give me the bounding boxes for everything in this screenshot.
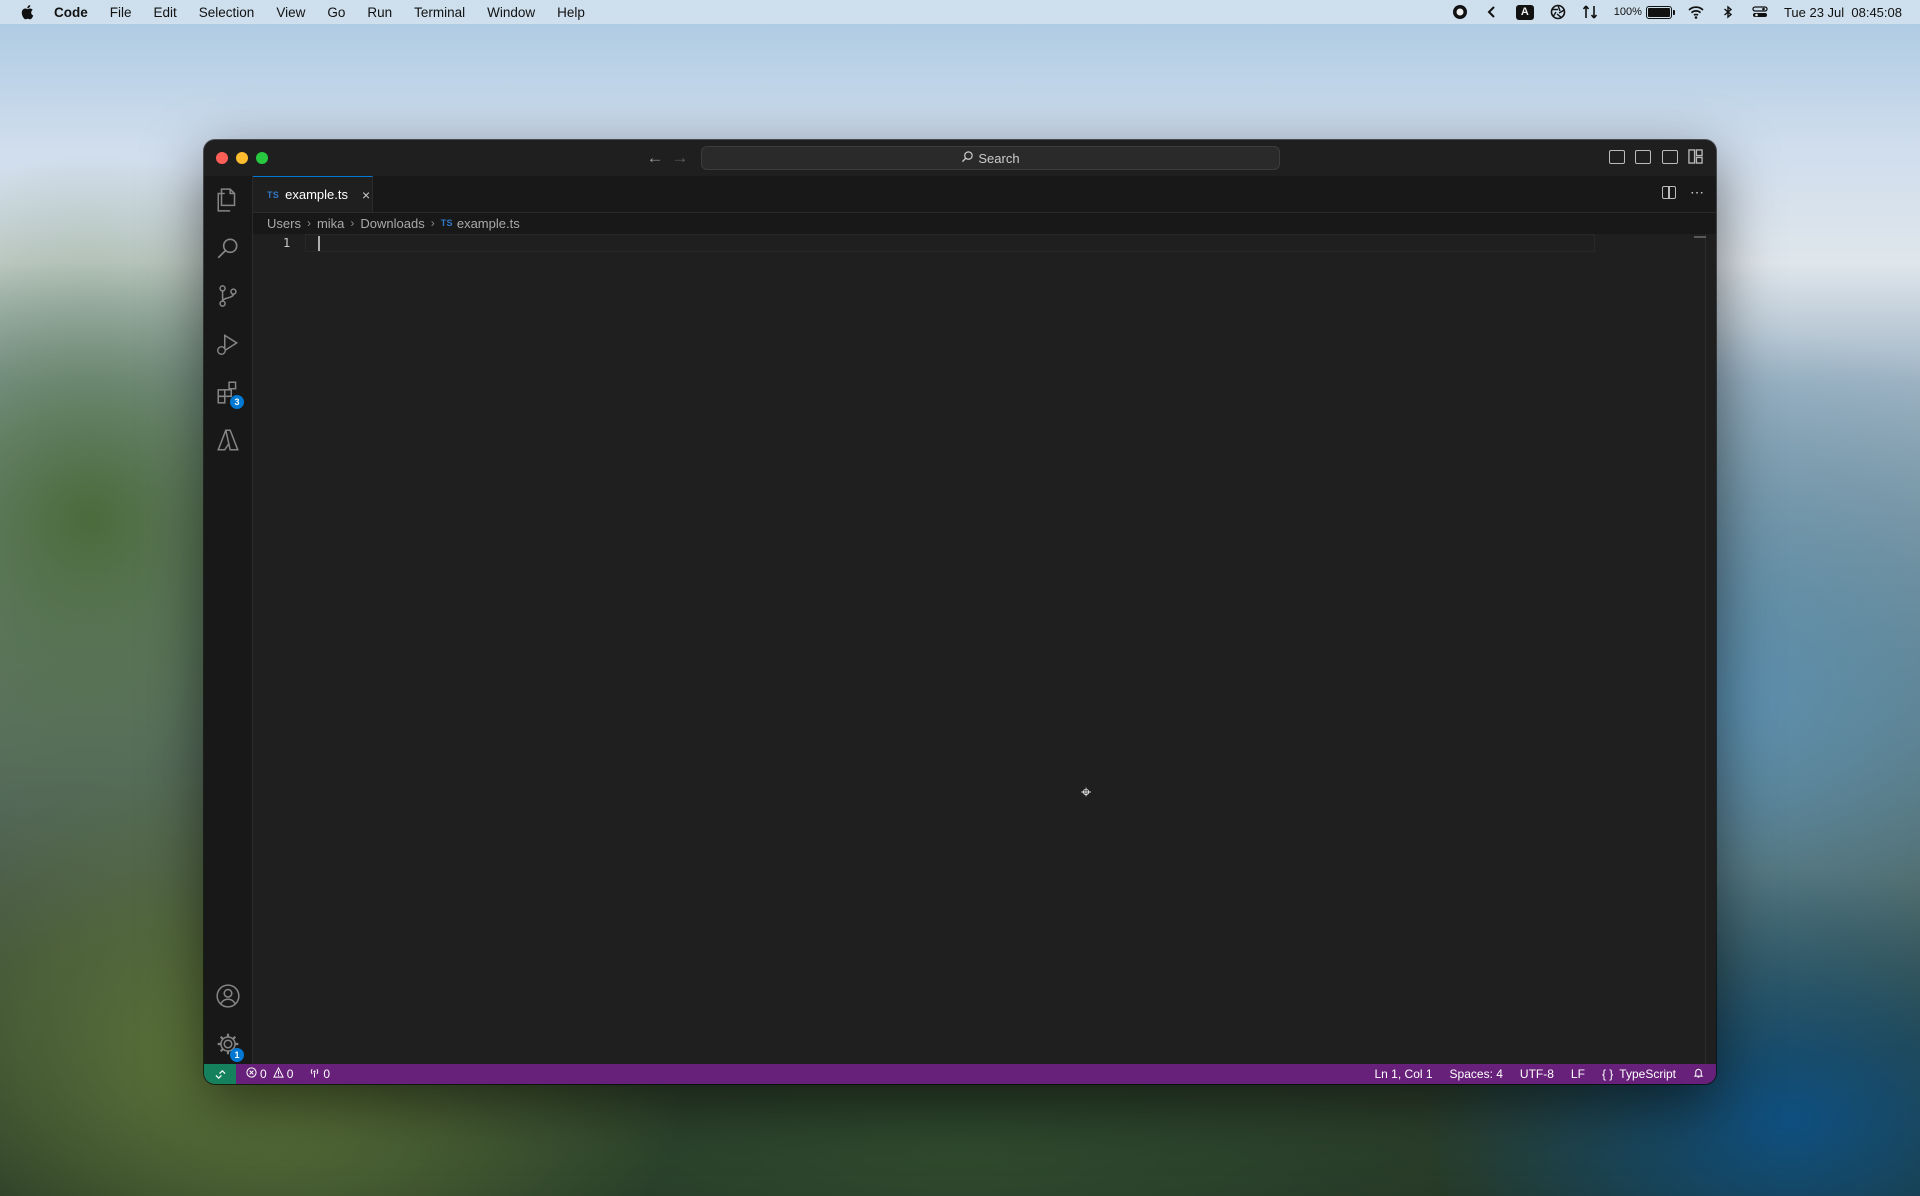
breadcrumb-item-users[interactable]: Users (267, 216, 301, 231)
language-mode-label: TypeScript (1619, 1067, 1676, 1081)
apple-logo-icon[interactable] (20, 3, 36, 21)
screen-record-icon[interactable] (1452, 4, 1468, 20)
menu-edit[interactable]: Edit (154, 5, 177, 20)
keyboard-input-icon[interactable]: A (1515, 4, 1534, 20)
customize-layout-icon[interactable] (1688, 149, 1704, 165)
explorer-icon[interactable] (204, 176, 252, 224)
title-bar: ← → Search (204, 140, 1716, 177)
menu-terminal[interactable]: Terminal (414, 5, 465, 20)
scrollbar-cursor-marker (1694, 236, 1706, 238)
editor-actions: ⋯ (1662, 185, 1704, 199)
accounts-icon[interactable] (204, 972, 252, 1020)
chevron-right-icon: › (430, 216, 435, 230)
aperture-icon[interactable] (1550, 4, 1566, 20)
editor-tab-bar: TS example.ts × ⋯ (253, 176, 1716, 213)
toggle-secondary-sidebar-icon[interactable] (1662, 150, 1678, 164)
zoom-window-button[interactable] (256, 152, 268, 164)
breadcrumb-item-file[interactable]: example.ts (457, 216, 520, 231)
code-editor[interactable]: 1 (253, 234, 1716, 1064)
remote-indicator-icon[interactable] (204, 1064, 236, 1084)
line-number: 1 (283, 236, 291, 250)
broadcast-icon (309, 1067, 320, 1081)
cursor-position-status[interactable]: Ln 1, Col 1 (1375, 1067, 1433, 1081)
status-bar: 0 0 0 Ln 1, Col 1 Spaces: 4 UTF-8 LF { }… (204, 1064, 1716, 1084)
menu-bar-tray: A 100% Tue 23 Jul 08:45:08 (1452, 0, 1902, 24)
ports-status[interactable]: 0 (309, 1067, 330, 1081)
error-count: 0 (260, 1067, 267, 1081)
menu-help[interactable]: Help (557, 5, 585, 20)
warning-count: 0 (286, 1067, 294, 1081)
search-view-icon[interactable] (204, 224, 252, 272)
forward-arrow-icon[interactable]: → (670, 148, 690, 168)
breadcrumb: Users › mika › Downloads › TS example.ts (267, 212, 520, 234)
typescript-file-icon: TS (440, 218, 453, 228)
toggle-panel-icon[interactable] (1635, 150, 1651, 164)
source-control-icon[interactable] (204, 272, 252, 320)
chevron-right-icon: › (306, 216, 311, 230)
error-icon (246, 1067, 257, 1081)
more-actions-icon[interactable]: ⋯ (1690, 185, 1704, 199)
menu-go[interactable]: Go (327, 5, 345, 20)
run-debug-icon[interactable] (204, 320, 252, 368)
menu-bar-clock[interactable]: Tue 23 Jul 08:45:08 (1784, 5, 1902, 20)
menu-file[interactable]: File (110, 5, 132, 20)
back-arrow-icon[interactable]: ← (645, 148, 665, 168)
vscode-window: ← → Search 3 1 TS example.ts × ⋯ Users ›… (204, 140, 1716, 1084)
tab-example-ts[interactable]: TS example.ts × (253, 176, 373, 212)
battery-percent: 100% (1613, 6, 1642, 18)
extensions-badge: 3 (230, 395, 244, 409)
command-center-search[interactable]: Search (701, 146, 1280, 170)
menu-run[interactable]: Run (367, 5, 392, 20)
breadcrumb-item-downloads[interactable]: Downloads (360, 216, 424, 231)
status-bar-right: Ln 1, Col 1 Spaces: 4 UTF-8 LF { } TypeS… (1375, 1064, 1705, 1084)
menu-selection[interactable]: Selection (199, 5, 255, 20)
vertical-scrollbar[interactable] (1705, 234, 1706, 1064)
wifi-icon[interactable] (1688, 4, 1704, 20)
command-center-label: Search (978, 150, 1020, 166)
braces-icon: { } (1601, 1067, 1614, 1081)
mouse-ibeam-cursor-icon: ⌖ (1081, 782, 1092, 803)
encoding-status[interactable]: UTF-8 (1520, 1067, 1554, 1081)
typescript-file-icon: TS (267, 189, 280, 200)
notifications-bell-icon[interactable] (1693, 1067, 1704, 1081)
extensions-icon[interactable]: 3 (204, 368, 252, 416)
split-editor-icon[interactable] (1662, 186, 1676, 199)
toggle-primary-sidebar-icon[interactable] (1609, 150, 1625, 164)
breadcrumb-item-mika[interactable]: mika (317, 216, 344, 231)
azure-icon[interactable] (204, 416, 252, 464)
warning-icon (272, 1066, 284, 1081)
manage-gear-icon[interactable]: 1 (204, 1020, 252, 1068)
control-center-icon[interactable] (1752, 4, 1768, 20)
close-window-button[interactable] (216, 152, 228, 164)
eol-status[interactable]: LF (1571, 1067, 1585, 1081)
current-line-highlight (305, 234, 1595, 252)
ports-count: 0 (323, 1067, 331, 1081)
menu-app-name[interactable]: Code (54, 5, 88, 20)
close-tab-icon[interactable]: × (362, 187, 370, 203)
chevron-left-icon[interactable] (1484, 4, 1500, 20)
problems-status[interactable]: 0 0 (246, 1066, 294, 1081)
battery-fill (1647, 7, 1670, 17)
chevron-right-icon: › (350, 216, 355, 230)
text-cursor (318, 236, 320, 251)
activity-bar: 3 1 (204, 176, 253, 1064)
minimize-window-button[interactable] (236, 152, 248, 164)
menu-view[interactable]: View (276, 5, 305, 20)
indentation-status[interactable]: Spaces: 4 (1450, 1067, 1503, 1081)
search-icon (961, 150, 974, 166)
tab-label: example.ts (285, 187, 348, 202)
battery-icon (1645, 5, 1675, 19)
bluetooth-icon[interactable] (1720, 4, 1736, 20)
battery-indicator[interactable]: 100% (1613, 5, 1675, 19)
settings-badge: 1 (230, 1048, 244, 1062)
network-activity-icon[interactable] (1582, 4, 1598, 20)
language-mode-status[interactable]: { } TypeScript (1602, 1067, 1676, 1081)
macos-menu-bar: Code File Edit Selection View Go Run Ter… (0, 0, 1920, 24)
menu-window[interactable]: Window (487, 5, 535, 20)
